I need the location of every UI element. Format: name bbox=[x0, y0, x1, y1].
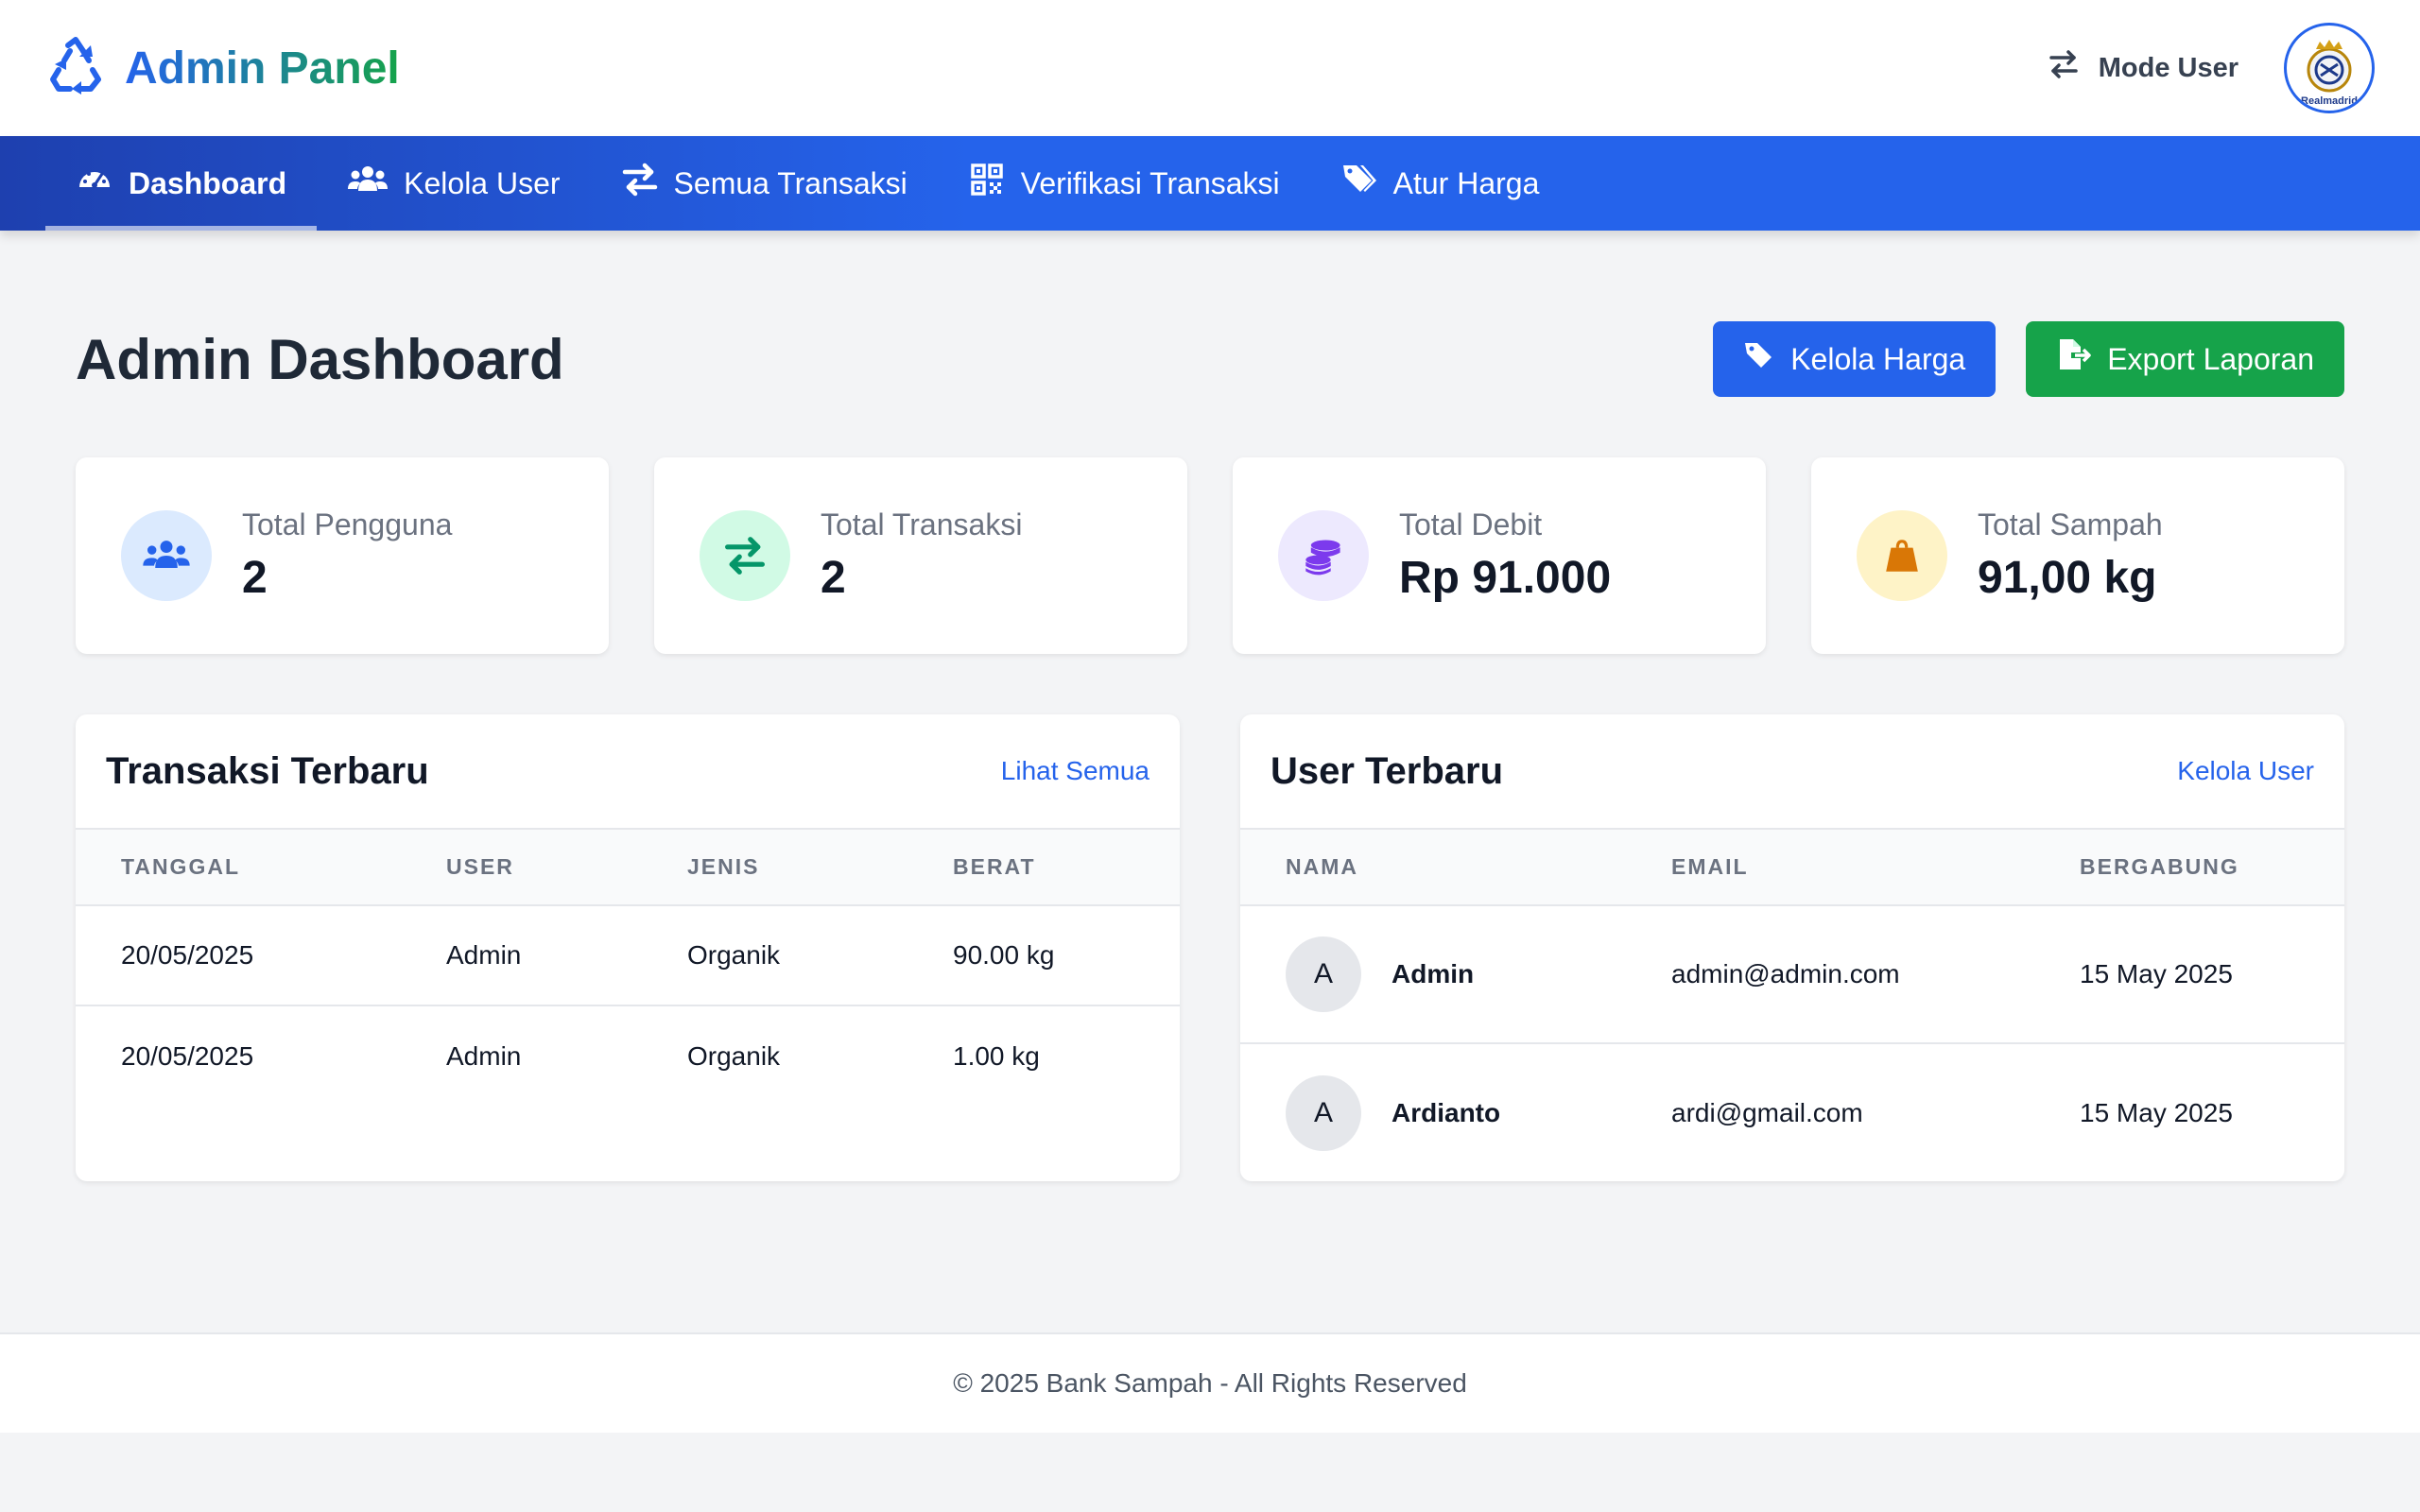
nav-label: Verifikasi Transaksi bbox=[1020, 165, 1280, 200]
table-row: A Ardianto ardi@gmail.com 15 May 2025 bbox=[1240, 1043, 2344, 1181]
user-email: admin@admin.com bbox=[1626, 905, 2034, 1044]
brand[interactable]: Admin Panel bbox=[45, 36, 400, 101]
cell-user: Admin bbox=[446, 1040, 522, 1071]
avatar[interactable]: Realmadrid bbox=[2284, 23, 2375, 113]
nav-atur-harga[interactable]: Atur Harga bbox=[1310, 136, 1570, 231]
column-header: NAMA bbox=[1240, 830, 1626, 906]
exchange-icon bbox=[2048, 48, 2080, 88]
transaksi-terbaru-panel: Transaksi Terbaru Lihat Semua TANGGAL US… bbox=[76, 714, 1180, 1181]
user-email: ardi@gmail.com bbox=[1671, 1097, 1863, 1127]
nav-verifikasi-transaksi[interactable]: Verifikasi Transaksi bbox=[938, 136, 1310, 231]
gauge-icon bbox=[76, 161, 113, 206]
cell-berat: 1.00 kg bbox=[953, 1040, 1040, 1071]
user-name: Admin bbox=[1392, 959, 1475, 988]
stats-row: Total Pengguna 2 Total Transaksi 2 Total… bbox=[76, 457, 2344, 654]
stat-card-total-pengguna: Total Pengguna 2 bbox=[76, 457, 609, 654]
export-laporan-button[interactable]: Export Laporan bbox=[2026, 321, 2344, 397]
user-joined: 15 May 2025 bbox=[2034, 905, 2344, 1044]
main-nav: Dashboard Kelola User Semua Transaksi Ve… bbox=[0, 136, 2420, 231]
panel-title: Transaksi Terbaru bbox=[106, 749, 429, 792]
nav-kelola-user[interactable]: Kelola User bbox=[317, 136, 590, 231]
exchange-icon bbox=[700, 510, 790, 601]
qrcode-icon bbox=[968, 161, 1006, 206]
column-header: BERAT bbox=[908, 830, 1180, 906]
column-header: EMAIL bbox=[1626, 830, 2034, 906]
cell-jenis: Organik bbox=[642, 905, 908, 1006]
column-header: TANGGAL bbox=[76, 830, 401, 906]
column-header: USER bbox=[401, 830, 642, 906]
stat-label: Total Pengguna bbox=[242, 507, 453, 541]
stat-value: 91,00 kg bbox=[1978, 553, 2157, 603]
recycle-icon bbox=[45, 36, 106, 101]
exchange-icon bbox=[621, 161, 659, 206]
table-row: 20/05/2025 Admin Organik 1.00 kg bbox=[76, 1005, 1180, 1106]
club-crest-icon: Realmadrid bbox=[2301, 40, 2358, 107]
stat-value: 2 bbox=[821, 553, 846, 603]
kelola-harga-button[interactable]: Kelola Harga bbox=[1713, 321, 1996, 397]
top-bar: Admin Panel Mode User Realmadrid bbox=[0, 0, 2420, 136]
coins-icon bbox=[1278, 510, 1369, 601]
nav-label: Kelola User bbox=[404, 165, 561, 200]
user-joined: 15 May 2025 bbox=[2080, 1097, 2233, 1127]
column-header: JENIS bbox=[642, 830, 908, 906]
nav-label: Atur Harga bbox=[1392, 165, 1540, 200]
column-header: BERGABUNG bbox=[2034, 830, 2344, 906]
lihat-semua-link[interactable]: Lihat Semua bbox=[1001, 756, 1150, 786]
kelola-harga-label: Kelola Harga bbox=[1790, 341, 1966, 376]
user-terbaru-panel: User Terbaru Kelola User NAMA EMAIL BERG… bbox=[1240, 714, 2344, 1181]
footer-text: © 2025 Bank Sampah - All Rights Reserved bbox=[953, 1368, 1467, 1398]
mode-user-button[interactable]: Mode User bbox=[2048, 48, 2238, 88]
cell-tanggal: 20/05/2025 bbox=[121, 1040, 254, 1071]
stat-label: Total Transaksi bbox=[821, 507, 1023, 541]
file-export-icon bbox=[2056, 337, 2092, 381]
stat-value: 2 bbox=[242, 553, 268, 603]
stat-card-total-debit: Total Debit Rp 91.000 bbox=[1233, 457, 1766, 654]
table-row: 20/05/2025 Admin Organik 90.00 kg bbox=[76, 905, 1180, 1006]
stat-card-total-transaksi: Total Transaksi 2 bbox=[654, 457, 1187, 654]
stat-label: Total Debit bbox=[1399, 507, 1543, 541]
page-title: Admin Dashboard bbox=[76, 327, 564, 391]
footer: © 2025 Bank Sampah - All Rights Reserved bbox=[0, 1332, 2420, 1433]
cell-user: Admin bbox=[401, 905, 642, 1006]
weight-bag-icon bbox=[1857, 510, 1947, 601]
user-initial-avatar: A bbox=[1286, 936, 1361, 1012]
cell-berat: 90.00 kg bbox=[908, 905, 1180, 1006]
cell-tanggal: 20/05/2025 bbox=[76, 905, 401, 1006]
users-icon bbox=[121, 510, 212, 601]
stat-value: Rp 91.000 bbox=[1399, 553, 1612, 603]
nav-label: Semua Transaksi bbox=[673, 165, 908, 200]
export-laporan-label: Export Laporan bbox=[2107, 341, 2314, 376]
main-content: Admin Dashboard Kelola Harga Export Lapo… bbox=[76, 231, 2344, 1181]
users-icon bbox=[347, 161, 389, 206]
panel-title: User Terbaru bbox=[1270, 749, 1504, 792]
nav-dashboard[interactable]: Dashboard bbox=[45, 136, 318, 231]
tags-icon bbox=[1340, 161, 1378, 206]
user-name: Ardianto bbox=[1392, 1097, 1501, 1127]
mode-user-label: Mode User bbox=[2098, 52, 2238, 83]
stat-label: Total Sampah bbox=[1978, 507, 2163, 541]
kelola-user-link[interactable]: Kelola User bbox=[2177, 756, 2314, 786]
nav-semua-transaksi[interactable]: Semua Transaksi bbox=[591, 136, 938, 231]
users-table: NAMA EMAIL BERGABUNG A Admin admin@admin… bbox=[1240, 830, 2344, 1181]
user-initial-avatar: A bbox=[1286, 1074, 1361, 1151]
stat-card-total-sampah: Total Sampah 91,00 kg bbox=[1811, 457, 2344, 654]
transactions-table: TANGGAL USER JENIS BERAT 20/05/2025 Admi… bbox=[76, 830, 1180, 1106]
cell-jenis: Organik bbox=[687, 1040, 781, 1071]
tag-icon bbox=[1743, 339, 1775, 379]
avatar-text: Realmadrid bbox=[2301, 95, 2358, 107]
brand-title: Admin Panel bbox=[125, 43, 400, 94]
nav-label: Dashboard bbox=[129, 165, 287, 200]
table-row: A Admin admin@admin.com 15 May 2025 bbox=[1240, 905, 2344, 1044]
